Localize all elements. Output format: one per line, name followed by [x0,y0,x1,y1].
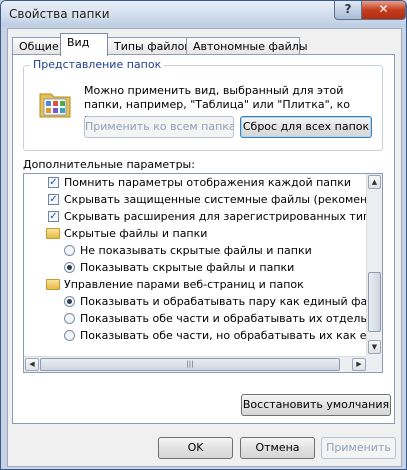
radio-pair-both-single[interactable] [64,330,75,341]
checkbox-remember-view[interactable]: ✓ [48,177,59,188]
setting-label: Помнить параметры отображения каждой пап… [64,176,352,189]
folder-icon [46,228,60,239]
scroll-down-button[interactable]: ▼ [368,340,381,354]
setting-label: Скрывать защищенные системные файлы (рек… [64,193,383,206]
vertical-scroll-thumb[interactable] [368,272,381,332]
radio-pair-single-file[interactable] [64,296,75,307]
scroll-left-button[interactable]: ◀ [25,358,39,371]
advanced-settings-list[interactable]: ✓ Помнить параметры отображения каждой п… [23,173,383,373]
folder-views-icon [38,86,74,122]
reset-all-folders-button[interactable]: Сброс для всех папок [240,116,372,138]
scrollbar-corner [366,356,382,372]
horizontal-scroll-thumb[interactable]: ||| [40,358,340,371]
radio-pair-separate[interactable] [64,313,75,324]
ok-button[interactable]: OK [158,437,233,459]
close-button[interactable]: ✕ [361,1,406,20]
folder-options-window: Свойства папки ? ✕ Общие Вид Типы файлов… [0,0,407,470]
scroll-up-button[interactable]: ▲ [368,175,381,189]
tab-general[interactable]: Общие [12,37,61,54]
setting-label: Не показывать скрытые файлы и папки [80,244,312,257]
advanced-settings-label: Дополнительные параметры: [23,158,195,171]
tab-view[interactable]: Вид [60,33,108,56]
setting-label: Показывать скрытые файлы и папки [80,261,295,274]
setting-label: Показывать обе части и обрабатывать их о… [80,312,381,325]
tab-strip: Общие Вид Типы файлов Автономные файлы [12,33,396,56]
title-bar[interactable]: Свойства папки ? ✕ [1,1,406,27]
restore-defaults-button[interactable]: Восстановить умолчания [241,394,391,416]
help-button[interactable]: ? [334,1,362,20]
setting-group-label: Управление парами веб-страниц и папок [64,278,304,291]
setting-label: Показывать и обрабатывать пару как едины… [80,295,382,308]
radio-show-hidden[interactable] [64,262,75,273]
window-title: Свойства папки [9,7,110,21]
setting-label: Скрывать расширения для зарегистрированн… [64,210,382,223]
dialog-client: Общие Вид Типы файлов Автономные файлы П… [7,28,402,467]
horizontal-scrollbar[interactable]: ◀ ||| ▶ [24,356,368,372]
apply-button[interactable]: Применить [321,437,396,459]
folder-views-group: Представление папок Можно применить вид,… [23,58,383,151]
vertical-scrollbar[interactable]: ▲ ▼ [366,174,382,356]
setting-group-label: Скрытые файлы и папки [64,227,208,240]
cancel-button[interactable]: Отмена [240,437,315,459]
tab-file-types[interactable]: Типы файлов [107,37,191,54]
radio-dont-show-hidden[interactable] [64,245,75,256]
view-tab-panel: Представление папок Можно применить вид,… [12,54,395,424]
setting-label: Показывать обе части, но обрабатывать их… [80,329,383,342]
tab-offline-files[interactable]: Автономные файлы [186,37,308,54]
folder-icon [46,279,60,290]
checkbox-hide-protected[interactable]: ✓ [48,194,59,205]
scroll-right-button[interactable]: ▶ [352,358,366,371]
apply-to-all-folders-button[interactable]: Применить ко всем папкам [84,116,234,138]
checkbox-hide-extensions[interactable]: ✓ [48,211,59,222]
folder-views-legend: Представление папок [30,58,165,71]
